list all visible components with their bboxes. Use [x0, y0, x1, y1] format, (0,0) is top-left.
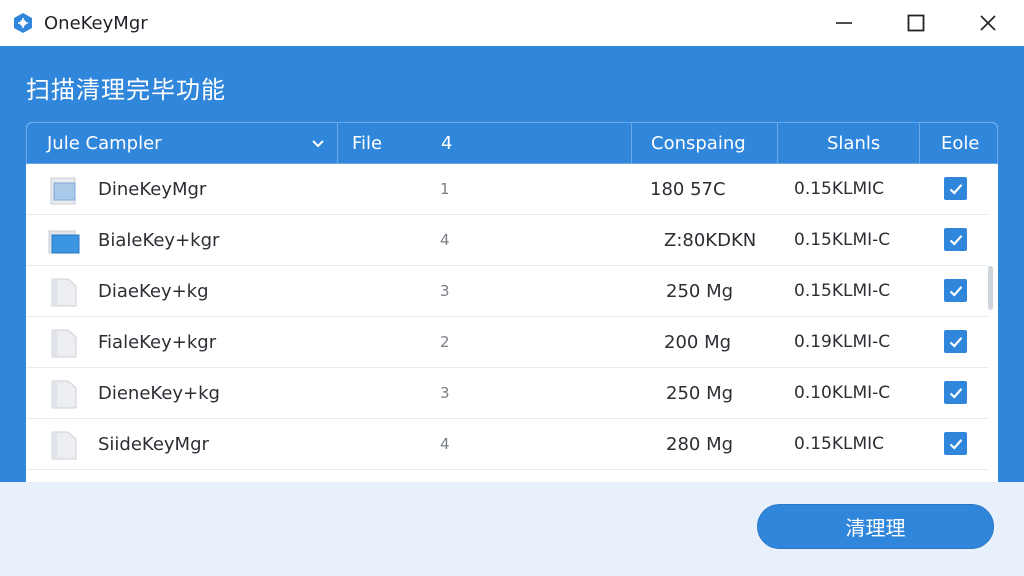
checkmark-icon	[949, 387, 962, 399]
row-checkbox[interactable]	[944, 381, 967, 404]
row-size: 200 Mg	[664, 331, 732, 353]
row-count: 4	[440, 231, 450, 249]
maximize-icon	[907, 14, 925, 32]
row-count: 3	[440, 384, 450, 402]
maximize-button[interactable]	[880, 0, 952, 46]
row-size: 280 Mg	[666, 433, 734, 455]
row-status: 0.15KLMIC	[794, 434, 885, 454]
folder-blue-icon	[48, 230, 80, 254]
table-header: Jule Campler File 4 Conspaing Slanls Eol…	[26, 122, 998, 164]
close-icon	[980, 15, 996, 31]
column-header-status[interactable]: Slanls	[827, 123, 927, 163]
header-divider	[631, 123, 632, 163]
row-name: SiideKeyMgr	[98, 433, 209, 455]
column-header-name[interactable]: Jule Campler	[47, 123, 337, 163]
row-size: 250 Mg	[666, 280, 734, 302]
table-row[interactable]: FialeKey+kgr 2 200 Mg 0.19KLMI-C	[26, 317, 988, 368]
row-name: DieneKey+kg	[98, 382, 220, 404]
row-checkbox[interactable]	[944, 177, 967, 200]
footer-bar: 清理理	[0, 482, 1024, 576]
table-row[interactable]: SiideKeyMgr 4 280 Mg 0.15KLMIC	[26, 419, 988, 470]
table-body: DineKeyMgr 1 180 57C 0.15KLMIC BialeKey+…	[26, 164, 998, 482]
row-status: 0.15KLMI-C	[794, 230, 891, 250]
column-header-size[interactable]: Conspaing	[651, 123, 781, 163]
column-header-check[interactable]: Eole	[941, 123, 998, 163]
chevron-down-icon	[312, 140, 324, 148]
table-row[interactable]: BialeKey+kgr 4 Z:80KDKN 0.15KLMI-C	[26, 215, 988, 266]
column-name-label: Jule Campler	[47, 132, 162, 154]
table-row[interactable]: DieneKey+kg 3 250 Mg 0.10KLMI-C	[26, 368, 988, 419]
close-button[interactable]	[952, 0, 1024, 46]
checkmark-icon	[949, 285, 962, 297]
table-row[interactable]: DiaeKey+kg 3 250 Mg 0.15KLMI-C	[26, 266, 988, 317]
window-title: OneKeyMgr	[44, 12, 148, 34]
header-divider	[777, 123, 778, 163]
row-count: 4	[440, 435, 450, 453]
row-status: 0.19KLMI-C	[794, 332, 891, 352]
app-logo-icon	[12, 12, 34, 34]
minimize-icon	[836, 22, 852, 24]
title-bar: OneKeyMgr	[0, 0, 1024, 46]
app-window: OneKeyMgr 扫描清理完毕功能 Jule Campler File 4 C…	[0, 0, 1024, 576]
file-icon	[51, 329, 77, 358]
results-table: Jule Campler File 4 Conspaing Slanls Eol…	[26, 122, 998, 482]
column-header-file[interactable]: File	[352, 123, 422, 163]
table-row[interactable]: DineKeyMgr 1 180 57C 0.15KLMIC	[26, 164, 988, 215]
row-count: 2	[440, 333, 450, 351]
row-checkbox[interactable]	[944, 330, 967, 353]
file-icon	[51, 431, 77, 460]
checkmark-icon	[949, 183, 962, 195]
row-name: DiaeKey+kg	[98, 280, 209, 302]
row-name: BialeKey+kgr	[98, 229, 220, 251]
row-checkbox[interactable]	[944, 279, 967, 302]
column-header-file-count: 4	[441, 132, 453, 154]
row-status: 0.15KLMI-C	[794, 281, 891, 301]
header-divider	[919, 123, 920, 163]
row-status: 0.15KLMIC	[794, 179, 885, 199]
row-size: Z:80KDKN	[664, 229, 757, 251]
minimize-button[interactable]	[808, 0, 880, 46]
row-count: 3	[440, 282, 450, 300]
row-size: 250 Mg	[666, 382, 734, 404]
section-title: 扫描清理完毕功能	[26, 76, 226, 104]
folder-icon	[50, 177, 76, 205]
row-status: 0.10KLMI-C	[794, 383, 891, 403]
row-size: 180 57C	[650, 178, 726, 200]
row-name: FialeKey+kgr	[98, 331, 217, 353]
file-icon	[51, 380, 77, 409]
row-count: 1	[440, 180, 450, 198]
checkmark-icon	[949, 336, 962, 348]
window-controls	[808, 0, 1024, 46]
row-name: DineKeyMgr	[98, 178, 207, 200]
file-icon	[51, 278, 77, 307]
clean-button[interactable]: 清理理	[757, 504, 994, 549]
scrollbar-thumb[interactable]	[988, 266, 993, 310]
checkmark-icon	[949, 438, 962, 450]
header-divider	[337, 123, 338, 163]
row-checkbox[interactable]	[944, 432, 967, 455]
checkmark-icon	[949, 234, 962, 246]
row-checkbox[interactable]	[944, 228, 967, 251]
